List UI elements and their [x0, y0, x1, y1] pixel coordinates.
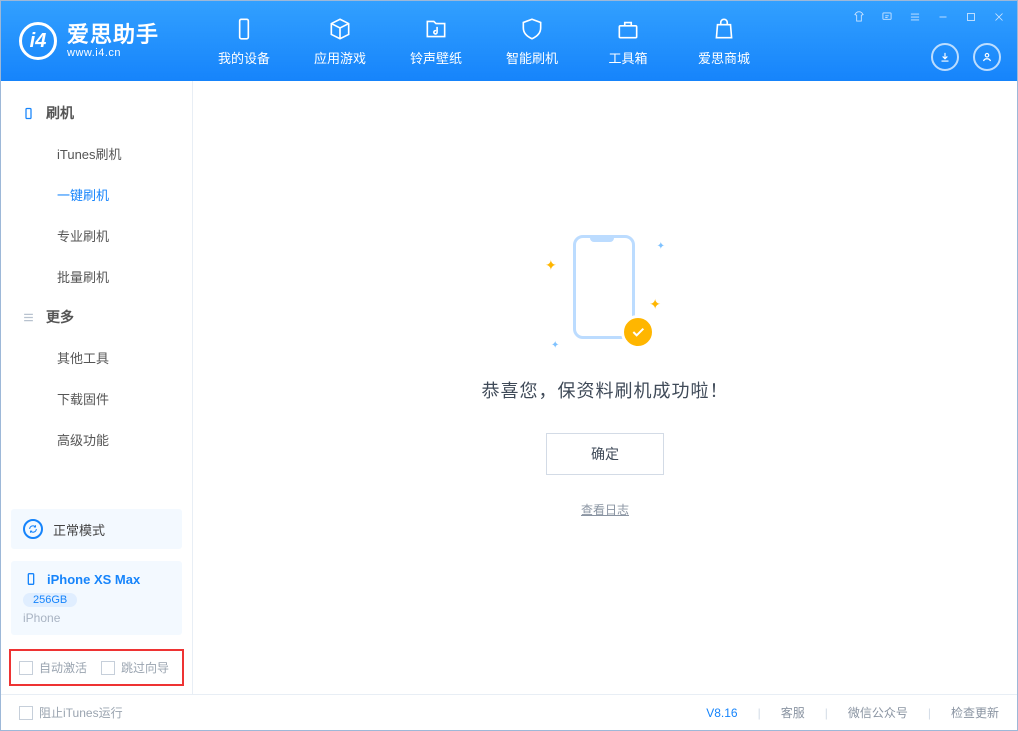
- logo[interactable]: i4 爱思助手 www.i4.cn: [1, 1, 196, 81]
- footer-bar: 阻止iTunes运行 V8.16 | 客服 | 微信公众号 | 检查更新: [1, 694, 1017, 730]
- device-type: iPhone: [23, 611, 170, 625]
- music-folder-icon: [423, 16, 449, 42]
- checkbox-block-itunes[interactable]: 阻止iTunes运行: [19, 704, 123, 721]
- sidebar-group-title: 刷机: [46, 103, 74, 123]
- sidebar-group-flash: 刷机: [1, 93, 192, 133]
- options-row: 自动激活 跳过向导: [9, 649, 184, 686]
- sparkle-icon: ✦: [551, 340, 559, 351]
- sidebar-item-itunes-flash[interactable]: iTunes刷机: [1, 133, 192, 174]
- tab-store[interactable]: 爱思商城: [676, 1, 772, 81]
- tab-ringtones[interactable]: 铃声壁纸: [388, 1, 484, 81]
- menu-icon[interactable]: [905, 7, 925, 27]
- sidebar-item-batch-flash[interactable]: 批量刷机: [1, 256, 192, 297]
- device-capacity: 256GB: [23, 593, 77, 607]
- device-card[interactable]: iPhone XS Max 256GB iPhone: [11, 561, 182, 635]
- success-illustration: ✦ ✦ ✦ ✦: [545, 227, 665, 357]
- checkbox-skip-guide[interactable]: 跳过向导: [101, 659, 169, 676]
- window-controls: [849, 7, 1009, 27]
- sparkle-icon: ✦: [657, 241, 665, 252]
- mode-card[interactable]: 正常模式: [11, 509, 182, 549]
- sidebar-item-oneclick-flash[interactable]: 一键刷机: [1, 174, 192, 215]
- sparkle-icon: ✦: [545, 257, 557, 274]
- phone-icon: [23, 571, 39, 587]
- tab-flash[interactable]: 智能刷机: [484, 1, 580, 81]
- checkbox-auto-activate[interactable]: 自动激活: [19, 659, 87, 676]
- view-log-link[interactable]: 查看日志: [581, 501, 629, 518]
- device-icon: [21, 106, 36, 121]
- footer-link-update[interactable]: 检查更新: [951, 704, 999, 721]
- shield-icon: [519, 16, 545, 42]
- close-button[interactable]: [989, 7, 1009, 27]
- tab-label: 工具箱: [608, 48, 647, 67]
- tab-apps[interactable]: 应用游戏: [292, 1, 388, 81]
- tshirt-icon[interactable]: [849, 7, 869, 27]
- sparkle-icon: ✦: [649, 296, 661, 313]
- brand-name: 爱思助手: [67, 22, 159, 47]
- tab-label: 铃声壁纸: [410, 48, 462, 67]
- logo-icon: i4: [19, 22, 57, 60]
- check-badge-icon: [621, 315, 655, 349]
- checkbox-icon: [19, 706, 33, 720]
- mode-label: 正常模式: [53, 520, 105, 539]
- sidebar-item-download-fw[interactable]: 下载固件: [1, 378, 192, 419]
- menu-icon: [21, 310, 36, 325]
- minimize-button[interactable]: [933, 7, 953, 27]
- refresh-icon: [23, 519, 43, 539]
- tab-label: 我的设备: [218, 48, 270, 67]
- device-name: iPhone XS Max: [47, 572, 140, 587]
- main-content: ✦ ✦ ✦ ✦ 恭喜您，保资料刷机成功啦！ 确定 查看日志: [193, 81, 1017, 694]
- checkbox-icon: [101, 661, 115, 675]
- body: 刷机 iTunes刷机 一键刷机 专业刷机 批量刷机 更多 其他工具 下载固件 …: [1, 81, 1017, 694]
- maximize-button[interactable]: [961, 7, 981, 27]
- app-window: i4 爱思助手 www.i4.cn 我的设备 应用游戏 铃声壁纸 智能刷机: [0, 0, 1018, 731]
- brand-url: www.i4.cn: [67, 47, 159, 60]
- sidebar: 刷机 iTunes刷机 一键刷机 专业刷机 批量刷机 更多 其他工具 下载固件 …: [1, 81, 193, 694]
- sidebar-item-other-tools[interactable]: 其他工具: [1, 337, 192, 378]
- tab-label: 爱思商城: [698, 48, 750, 67]
- footer-link-support[interactable]: 客服: [781, 704, 805, 721]
- sidebar-group-more: 更多: [1, 297, 192, 337]
- account-button[interactable]: [973, 43, 1001, 71]
- download-button[interactable]: [931, 43, 959, 71]
- toolbox-icon: [615, 16, 641, 42]
- sidebar-item-advanced[interactable]: 高级功能: [1, 419, 192, 460]
- checkbox-icon: [19, 661, 33, 675]
- cube-icon: [327, 16, 353, 42]
- tab-my-device[interactable]: 我的设备: [196, 1, 292, 81]
- result-message: 恭喜您，保资料刷机成功啦！: [482, 377, 729, 403]
- tab-toolbox[interactable]: 工具箱: [580, 1, 676, 81]
- main-tabs: 我的设备 应用游戏 铃声壁纸 智能刷机 工具箱 爱思商城: [196, 1, 772, 81]
- tab-label: 应用游戏: [314, 48, 366, 67]
- bag-icon: [711, 16, 737, 42]
- ok-button[interactable]: 确定: [546, 433, 664, 475]
- sidebar-group-title: 更多: [46, 307, 74, 327]
- device-icon: [231, 16, 257, 42]
- footer-link-wechat[interactable]: 微信公众号: [848, 704, 908, 721]
- feedback-icon[interactable]: [877, 7, 897, 27]
- sidebar-item-pro-flash[interactable]: 专业刷机: [1, 215, 192, 256]
- version-label: V8.16: [706, 706, 737, 720]
- header-bar: i4 爱思助手 www.i4.cn 我的设备 应用游戏 铃声壁纸 智能刷机: [1, 1, 1017, 81]
- tab-label: 智能刷机: [506, 48, 558, 67]
